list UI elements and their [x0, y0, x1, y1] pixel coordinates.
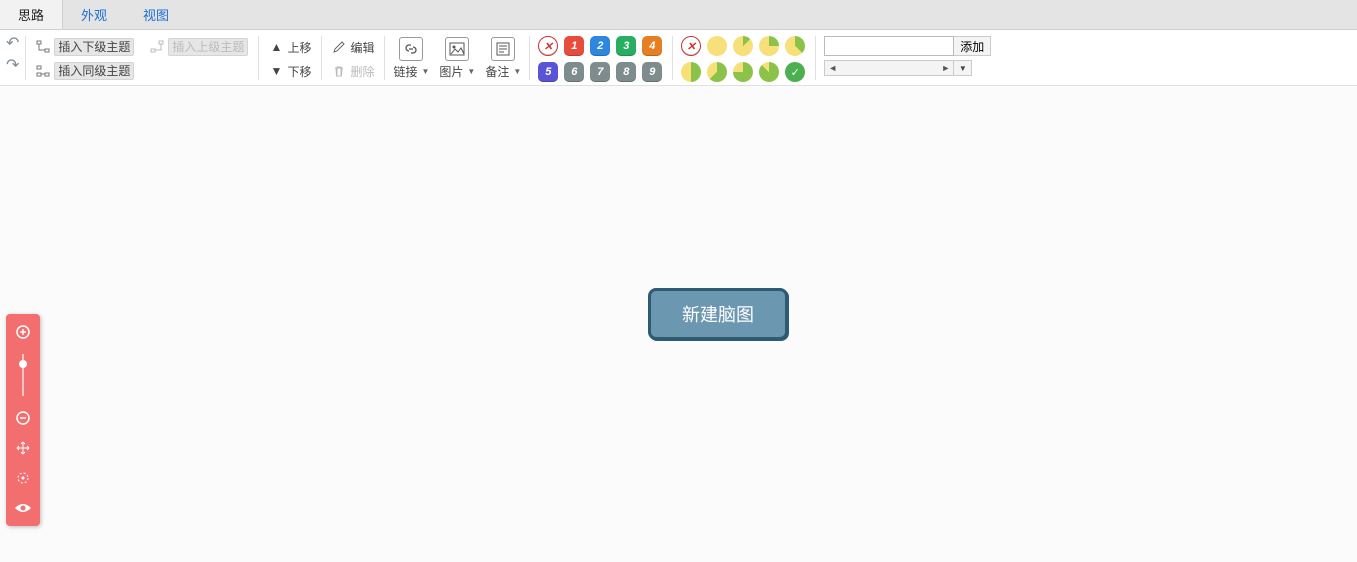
arrow-up-icon: ▲ — [269, 40, 283, 54]
resource-dropdown[interactable]: ▼ — [954, 60, 972, 76]
root-node-label: 新建脑图 — [682, 301, 754, 327]
hierarchy-parent-icon — [150, 40, 164, 54]
button-label: 编辑 — [350, 39, 374, 56]
link-icon — [399, 37, 423, 61]
tab-label: 视图 — [143, 5, 169, 24]
caret-down-icon: ▼ — [467, 67, 475, 76]
zoom-slider-thumb[interactable] — [19, 360, 27, 368]
tab-bar: 思路 外观 视图 — [0, 0, 1357, 30]
priority-clear[interactable]: ✕ — [538, 36, 558, 56]
button-label: 备注 — [485, 63, 509, 80]
progress-37[interactable] — [785, 36, 805, 56]
mindmap-canvas[interactable]: 新建脑图 — [0, 86, 1357, 562]
delete-button[interactable]: 删除 — [328, 60, 378, 82]
root-node[interactable]: 新建脑图 — [648, 288, 788, 340]
progress-75[interactable] — [733, 62, 753, 82]
preview-button[interactable] — [13, 498, 33, 518]
locate-button[interactable] — [13, 468, 33, 488]
priority-5[interactable]: 5 — [538, 62, 558, 82]
priority-3[interactable]: 3 — [616, 36, 636, 56]
redo-button[interactable]: ↷ — [6, 58, 19, 74]
move-down-button[interactable]: ▼ 下移 — [265, 60, 315, 82]
link-button[interactable]: 链接 ▼ — [393, 34, 429, 82]
pan-button[interactable] — [13, 438, 33, 458]
priority-9[interactable]: 9 — [642, 62, 662, 82]
progress-12[interactable] — [733, 36, 753, 56]
priority-6[interactable]: 6 — [564, 62, 584, 82]
resource-scrollbar[interactable]: ◄ ► — [824, 60, 954, 76]
progress-87[interactable] — [759, 62, 779, 82]
progress-62[interactable] — [707, 62, 727, 82]
zoom-slider[interactable] — [22, 354, 24, 396]
image-icon — [445, 37, 469, 61]
priority-group: ✕ 1 2 3 4 5 6 7 8 9 — [532, 34, 670, 86]
zoom-out-button[interactable] — [13, 408, 33, 428]
button-label: 图片 — [439, 63, 463, 80]
progress-50[interactable] — [681, 62, 701, 82]
arrow-down-icon: ▼ — [269, 64, 283, 78]
insert-parent-button[interactable]: 插入上级主题 — [146, 36, 252, 58]
insert-sibling-button[interactable]: 插入同级主题 — [32, 60, 138, 82]
progress-clear[interactable]: ✕ — [681, 36, 701, 56]
button-label: 插入下级主题 — [54, 38, 134, 56]
progress-25[interactable] — [759, 36, 779, 56]
tab-view[interactable]: 视图 — [125, 0, 187, 29]
priority-8[interactable]: 8 — [616, 62, 636, 82]
tab-thinking[interactable]: 思路 — [0, 0, 63, 29]
caret-down-icon: ▼ — [421, 67, 429, 76]
note-button[interactable]: 备注 ▼ — [485, 34, 521, 82]
tab-appearance[interactable]: 外观 — [63, 0, 125, 29]
caret-down-icon: ▼ — [513, 67, 521, 76]
button-label: 删除 — [350, 63, 374, 80]
zoom-toolbar — [6, 314, 40, 526]
undo-button[interactable]: ↶ — [6, 36, 19, 52]
scroll-left-icon[interactable]: ◄ — [825, 63, 840, 73]
resource-add-button[interactable]: 添加 — [954, 36, 991, 56]
resource-group: 添加 ◄ ► ▼ — [818, 34, 997, 78]
move-up-button[interactable]: ▲ 上移 — [265, 36, 315, 58]
edit-button[interactable]: 编辑 — [328, 36, 378, 58]
priority-7[interactable]: 7 — [590, 62, 610, 82]
note-icon — [491, 37, 515, 61]
button-label: 插入上级主题 — [168, 38, 248, 56]
resource-input[interactable] — [824, 36, 954, 56]
progress-0[interactable] — [707, 36, 727, 56]
button-label: 上移 — [287, 39, 311, 56]
progress-done[interactable]: ✓ — [785, 62, 805, 82]
tab-label: 外观 — [81, 5, 107, 24]
progress-group: ✕ ✓ — [675, 34, 813, 86]
zoom-in-button[interactable] — [13, 322, 33, 342]
scroll-right-icon[interactable]: ► — [938, 63, 953, 73]
hierarchy-sibling-icon — [36, 64, 50, 78]
trash-icon — [332, 64, 346, 78]
button-label: 插入同级主题 — [54, 62, 134, 80]
toolbar: ↶ ↷ 插入下级主题 插入同级主题 插入上级主题 ▲ 上移 — [0, 30, 1357, 86]
button-label: 下移 — [287, 63, 311, 80]
button-label: 链接 — [393, 63, 417, 80]
tab-label: 思路 — [18, 5, 44, 24]
image-button[interactable]: 图片 ▼ — [439, 34, 475, 82]
hierarchy-child-icon — [36, 40, 50, 54]
priority-2[interactable]: 2 — [590, 36, 610, 56]
pencil-icon — [332, 40, 346, 54]
priority-4[interactable]: 4 — [642, 36, 662, 56]
button-label: 添加 — [960, 40, 984, 54]
insert-child-button[interactable]: 插入下级主题 — [32, 36, 138, 58]
priority-1[interactable]: 1 — [564, 36, 584, 56]
